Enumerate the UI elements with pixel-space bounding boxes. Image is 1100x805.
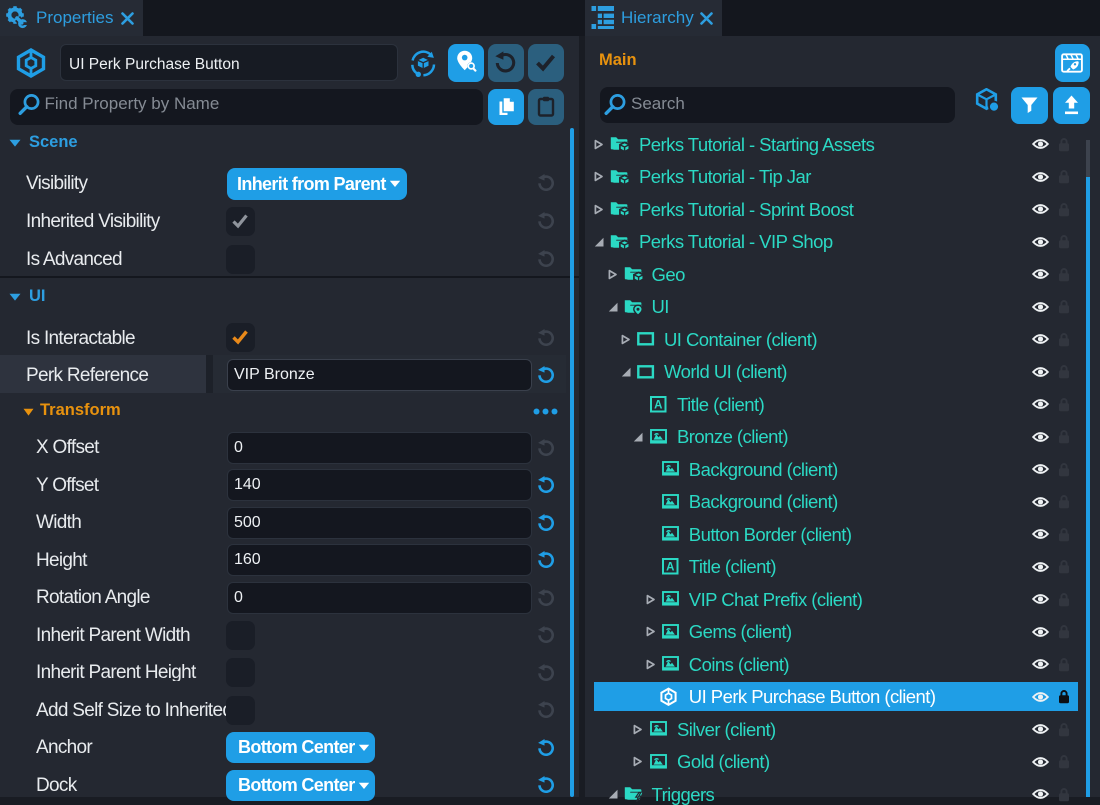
svg-text:A: A [666, 561, 674, 573]
svg-text:A: A [654, 399, 662, 411]
